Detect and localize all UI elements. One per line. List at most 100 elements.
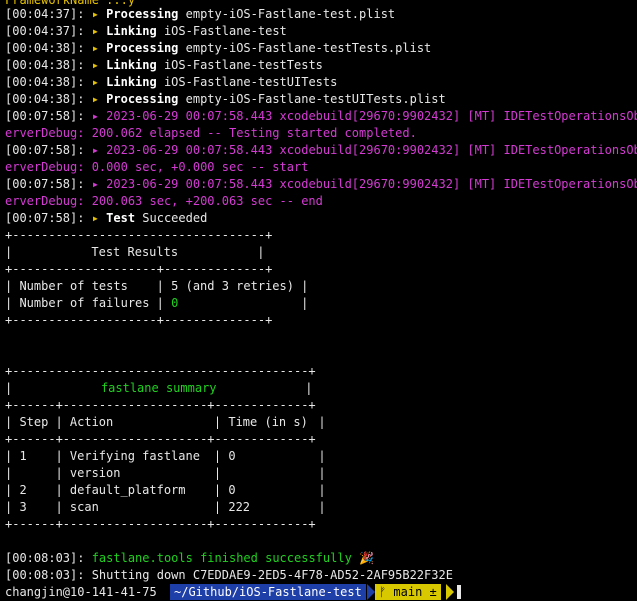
table-row: | 3 | scan | 222 | (5, 500, 326, 514)
timestamp: [00:04:37]: (5, 24, 92, 38)
timestamp: [00:07:58]: (5, 143, 92, 157)
log-arg: iOS-Fastlane-testUITests (156, 75, 338, 89)
bullet: ▸ (91, 143, 107, 157)
test-arg: Succeeded (135, 211, 208, 225)
shutdown-line: [00:08:03]: Shutting down C7EDDAE9-2ED5-… (5, 567, 453, 584)
log-line: [00:04:37]: ▸ Linking iOS-Fastlane-test (5, 23, 287, 40)
bullet: ▸ (91, 41, 107, 55)
table-row: | | version | | (5, 466, 326, 480)
terminal-cursor[interactable] (457, 585, 461, 599)
table-row: | 1 | Verifying fastlane | 0 | (5, 449, 326, 463)
log-line: [00:04:38]: ▸ Linking iOS-Fastlane-testT… (5, 57, 323, 74)
debug-line-wrap: erverDebug: 0.000 sec, +0.000 sec -- sta… (5, 160, 309, 174)
results-label: Number of failures (19, 296, 150, 310)
row-step: 3 (19, 500, 27, 514)
header-time: Time (in s) (228, 415, 308, 429)
prompt-directory: ~/Github/iOS-Fastlane-test (170, 584, 366, 600)
timestamp: [00:04:38]: (5, 58, 92, 72)
test-line: [00:07:58]: ▸ Test Succeeded (5, 210, 207, 227)
table-title: Test Results (91, 245, 179, 259)
table-border: +------+--------------------+-----------… (5, 517, 316, 531)
log-arg: iOS-Fastlane-testTests (156, 58, 323, 72)
timestamp: [00:07:58]: (5, 177, 92, 191)
debug-text: 2023-06-29 00:07:58.443 xcodebuild[29670… (106, 143, 637, 157)
timestamp: [00:04:38]: (5, 41, 92, 55)
log-action: Processing (106, 7, 179, 21)
test-action: Test (106, 211, 136, 225)
debug-line: [00:07:58]: ▸ 2023-06-29 00:07:58.443 xc… (5, 142, 637, 159)
results-value: 5 (and 3 retries) (171, 279, 294, 293)
shutdown-message: Shutting down C7EDDAE9-2ED5-4F78-AD52-2A… (91, 568, 453, 582)
timestamp: [00:04:38]: (5, 75, 92, 89)
debug-line-wrap: erverDebug: 200.063 sec, +200.063 sec --… (5, 194, 323, 208)
log-arg: empty-iOS-Fastlane-testTests.plist (178, 41, 432, 55)
row-time: 0 (228, 449, 236, 463)
bullet: ▸ (91, 92, 107, 106)
log-action: Processing (106, 41, 179, 55)
log-arg: empty-iOS-Fastlane-testUITests.plist (178, 92, 446, 106)
bullet: ▸ (91, 7, 107, 21)
log-line: [00:04:37]: ▸ Processing empty-iOS-Fastl… (5, 6, 395, 23)
log-line: [00:04:38]: ▸ Processing empty-iOS-Fastl… (5, 91, 446, 108)
results-value: 0 (171, 296, 179, 310)
table-border: +------+--------------------+-----------… (5, 432, 316, 446)
timestamp: [00:08:03]: (5, 551, 92, 565)
debug-text: 2023-06-29 00:07:58.443 xcodebuild[29670… (106, 109, 637, 123)
table-border: +---------------------------------------… (5, 364, 316, 378)
log-action: Processing (106, 92, 179, 106)
party-icon: 🎉 (359, 551, 374, 565)
debug-text: 2023-06-29 00:07:58.443 xcodebuild[29670… (106, 177, 637, 191)
finish-line: [00:08:03]: fastlane.tools finished succ… (5, 550, 374, 567)
prompt-git-branch: ᚠ main ± (375, 584, 441, 600)
bullet: ▸ (91, 58, 107, 72)
row-step: 1 (19, 449, 27, 463)
log-action: Linking (106, 58, 157, 72)
bullet: ▸ (91, 24, 107, 38)
log-line: [00:04:38]: ▸ Linking iOS-Fastlane-testU… (5, 74, 337, 91)
results-label: Number of tests (19, 279, 128, 293)
table-border: +--------------------+--------------+ (5, 313, 273, 327)
row-action: default_platform (69, 483, 186, 497)
log-arg: empty-iOS-Fastlane-test.plist (178, 7, 396, 21)
shell-prompt: changjin@10-141-41-75 ~/Github/iOS-Fastl… (0, 583, 637, 601)
row-time: 0 (228, 483, 236, 497)
debug-line: [00:07:58]: ▸ 2023-06-29 00:07:58.443 xc… (5, 108, 637, 125)
prompt-user-host: changjin@10-141-41-75 (0, 584, 161, 600)
table-row: | Number of failures | 0 | (5, 296, 309, 310)
timestamp: [00:08:03]: (5, 568, 92, 582)
timestamp: [00:07:58]: (5, 211, 92, 225)
debug-line-wrap: erverDebug: 200.062 elapsed -- Testing s… (5, 126, 417, 140)
summary-title: fastlane summary (100, 381, 217, 395)
bullet: ▸ (91, 177, 107, 191)
table-row: | Number of tests | 5 (and 3 retries) | (5, 279, 309, 293)
bullet: ▸ (91, 75, 107, 89)
log-arg: iOS-Fastlane-test (156, 24, 287, 38)
bullet: ▸ (91, 211, 107, 225)
row-action: Verifying fastlane (69, 449, 200, 463)
row-action: scan (69, 500, 99, 514)
row-time: 222 (228, 500, 251, 514)
prompt-separator-icon (162, 584, 170, 600)
bullet: ▸ (91, 109, 107, 123)
log-action: Linking (106, 24, 157, 38)
table-border: +------+--------------------+-----------… (5, 398, 316, 412)
table-header-row: | Step | Action | Time (in s) | (5, 415, 326, 429)
prompt-separator-icon (367, 584, 375, 600)
timestamp: [00:07:58]: (5, 109, 92, 123)
finish-message: fastlane.tools finished successfully (91, 551, 352, 565)
header-step: Step (19, 415, 49, 429)
row-action: version (69, 466, 121, 480)
timestamp: [00:04:38]: (5, 92, 92, 106)
log-line: [00:04:38]: ▸ Processing empty-iOS-Fastl… (5, 40, 431, 57)
table-title-row: | Test Results | (5, 245, 265, 259)
prompt-separator-icon (446, 584, 454, 600)
table-border: +-----------------------------------+ (5, 228, 273, 242)
row-step: 2 (19, 483, 27, 497)
debug-line: [00:07:58]: ▸ 2023-06-29 00:07:58.443 xc… (5, 176, 637, 193)
table-border: +--------------------+--------------+ (5, 262, 273, 276)
table-title-row: | fastlane summary | (5, 381, 313, 395)
table-row: | 2 | default_platform | 0 | (5, 483, 326, 497)
log-action: Linking (106, 75, 157, 89)
timestamp: [00:04:37]: (5, 7, 92, 21)
header-action: Action (69, 415, 114, 429)
